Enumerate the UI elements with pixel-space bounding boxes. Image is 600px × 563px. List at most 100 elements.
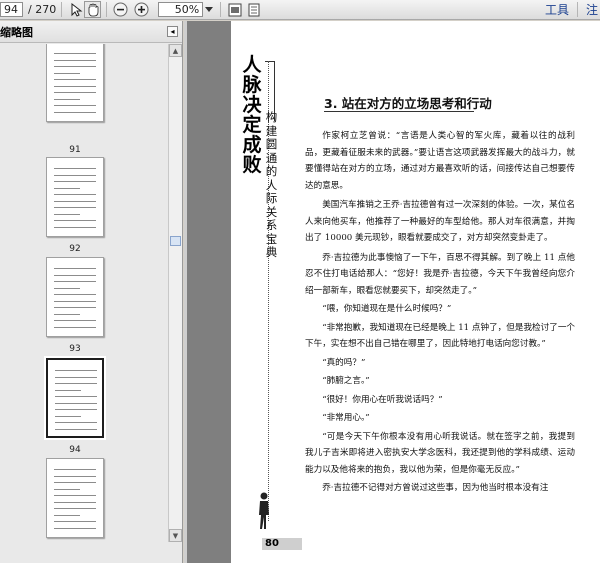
thumbnail-text-line — [54, 226, 96, 228]
thumbnail-text-line — [54, 72, 80, 74]
running-title: 人脉决定成败 — [242, 54, 262, 176]
thumbnail-text-line — [55, 415, 81, 417]
thumbnail-text-line — [55, 396, 97, 397]
thumbnail-text-line — [54, 79, 96, 80]
thumbnail-text-line — [54, 181, 96, 182]
thumbnail-text-line — [54, 105, 96, 106]
hand-tool-icon[interactable] — [84, 1, 102, 18]
page-thumbnail-selected[interactable] — [44, 356, 106, 440]
document-page: 人脉决定成败 构建圆通的人际关系宝典 80 3. 站在对方的立场思考和行动 作家… — [231, 21, 600, 563]
page-number: 80 — [262, 538, 302, 550]
document-viewport[interactable]: 人脉决定成败 构建圆通的人际关系宝典 80 3. 站在对方的立场思考和行动 作家… — [187, 21, 600, 563]
thumbnail-text-line — [55, 409, 97, 410]
thumbnail-text-line — [55, 376, 97, 378]
paragraph: “肺腑之言。” — [322, 376, 370, 386]
thumbnail-text-line — [55, 422, 97, 423]
thumbnail-label: 93 — [69, 344, 81, 354]
thumbnail-text-line — [54, 268, 96, 269]
thumbnail-text-line — [55, 428, 97, 430]
zoom-out-icon[interactable] — [112, 1, 129, 18]
section-rule — [324, 111, 474, 112]
thumbnail-label: 92 — [69, 244, 81, 254]
toolbar-separator — [576, 2, 578, 17]
thumbnail-text-line — [54, 320, 96, 321]
page-thumbnail[interactable] — [46, 157, 104, 237]
paragraph: 乔·吉拉德不记得对方曾说过这些事，因为他当时根本没有注 — [322, 483, 549, 493]
thumbnail-text-line — [54, 220, 96, 221]
page-thumbnail[interactable] — [46, 257, 104, 337]
toolbar-separator — [220, 2, 222, 17]
toolbar-separator — [106, 2, 108, 17]
paragraph: 作家柯立芝曾说：“言语是人类心智的军火库，藏着以往的战利品，更藏着征服未来的武器… — [305, 131, 575, 191]
thumbnail-text-line — [54, 326, 96, 328]
thumbnail-text-line — [55, 383, 97, 384]
fit-width-icon[interactable] — [226, 1, 243, 18]
section-title: 3. 站在对方的立场思考和行动 — [324, 96, 492, 111]
paragraph: 美国汽车推销之王乔·吉拉德曾有过一次深刻的体验。一次，某位名人来向他买车，他推荐… — [305, 200, 575, 243]
paragraph: “很好！你用心在听我说话吗？” — [322, 394, 443, 405]
thumbnail-text-line — [54, 514, 80, 516]
thumbnail-text-line — [54, 111, 96, 113]
scroll-up-icon[interactable]: ▲ — [169, 44, 182, 57]
zoom-dropdown-icon[interactable] — [203, 1, 215, 18]
running-subtitle: 构建圆通的人际关系宝典 — [265, 110, 278, 259]
thumbnail-text-line — [54, 527, 96, 529]
thumbnail-text-line — [54, 521, 96, 522]
thumbnails-panel-title: 缩略图 — [0, 25, 33, 39]
paragraph: “喂，你知道现在是什么时候吗？” — [322, 304, 452, 314]
collapse-panel-icon[interactable]: ◂ — [167, 26, 178, 37]
thumbnail-text-line — [54, 495, 96, 496]
thumbnails-panel-header: 缩略图 ◂ — [0, 21, 182, 43]
thumbnail-text-line — [54, 98, 80, 100]
thumbnail-text-line — [55, 370, 97, 371]
comment-menu[interactable]: 注 — [586, 1, 598, 18]
thumbnail-text-line — [54, 187, 80, 189]
page-total: / 270 — [28, 3, 57, 16]
page-thumbnail[interactable] — [46, 44, 104, 122]
tools-menu[interactable]: 工具 — [545, 1, 569, 18]
thumbnail-text-line — [54, 307, 96, 308]
thumbnail-list[interactable]: 91 92 93 94 95 — [0, 44, 168, 542]
paragraph: “可是今天下午你根本没有用心听我说话。就在签字之前，我提到我儿子吉米即将进入密执… — [305, 431, 575, 475]
thumbnail-text-line — [54, 200, 96, 202]
thumbnail-text-line — [54, 194, 96, 195]
thumbnail-text-line — [54, 207, 96, 208]
thumbnail-text-line — [54, 168, 96, 169]
thumbnail-text-line — [54, 475, 96, 477]
thumbnail-text-line — [54, 174, 96, 176]
thumbnail-text-line — [54, 281, 96, 282]
fit-page-icon[interactable] — [245, 1, 262, 18]
select-tool-icon[interactable] — [67, 1, 84, 18]
page-number-input[interactable]: 94 — [0, 2, 23, 17]
thumbnail-scrollbar[interactable]: ▲ ▼ — [168, 44, 182, 542]
thumbnail-text-line — [54, 213, 80, 215]
thumbnail-text-line — [54, 287, 80, 289]
thumbnail-text-line — [54, 53, 96, 54]
thumbnail-label: 91 — [69, 145, 81, 155]
thumbnail-text-line — [54, 488, 80, 490]
thumbnail-text-line — [54, 92, 96, 93]
toolbar-separator — [61, 2, 63, 17]
thumbnail-text-line — [54, 501, 96, 503]
page-thumbnail[interactable] — [46, 458, 104, 538]
scroll-down-icon[interactable]: ▼ — [169, 529, 182, 542]
thumbnail-text-line — [54, 508, 96, 509]
page-number-value: 94 — [4, 3, 18, 16]
thumbnail-text-line — [54, 294, 96, 295]
thumbnail-text-line — [54, 300, 96, 302]
body-text: 作家柯立芝曾说：“言语是人类心智的军火库，藏着以往的战利品，更藏着征服未来的武器… — [305, 128, 575, 499]
zoom-level-field[interactable]: 50% — [158, 2, 204, 17]
zoom-in-icon[interactable] — [133, 1, 150, 18]
thumbnail-text-line — [55, 402, 97, 404]
thumbnail-text-line — [54, 469, 96, 470]
thumbnail-text-line — [55, 389, 81, 391]
scrollbar-thumb[interactable] — [170, 236, 181, 246]
person-figure-icon — [259, 492, 269, 529]
paragraph: “非常用心。” — [322, 413, 370, 423]
thumbnail-text-line — [54, 66, 96, 67]
thumbnail-text-line — [54, 482, 96, 483]
paragraph: 乔·吉拉德为此事懊恼了一下午，百思不得其解。到了晚上 11 点他忍不住打电话给那… — [305, 252, 575, 296]
thumbnail-text-line — [54, 274, 96, 276]
zoom-level-value: 50% — [174, 3, 200, 16]
thumbnail-text-line — [54, 313, 80, 315]
